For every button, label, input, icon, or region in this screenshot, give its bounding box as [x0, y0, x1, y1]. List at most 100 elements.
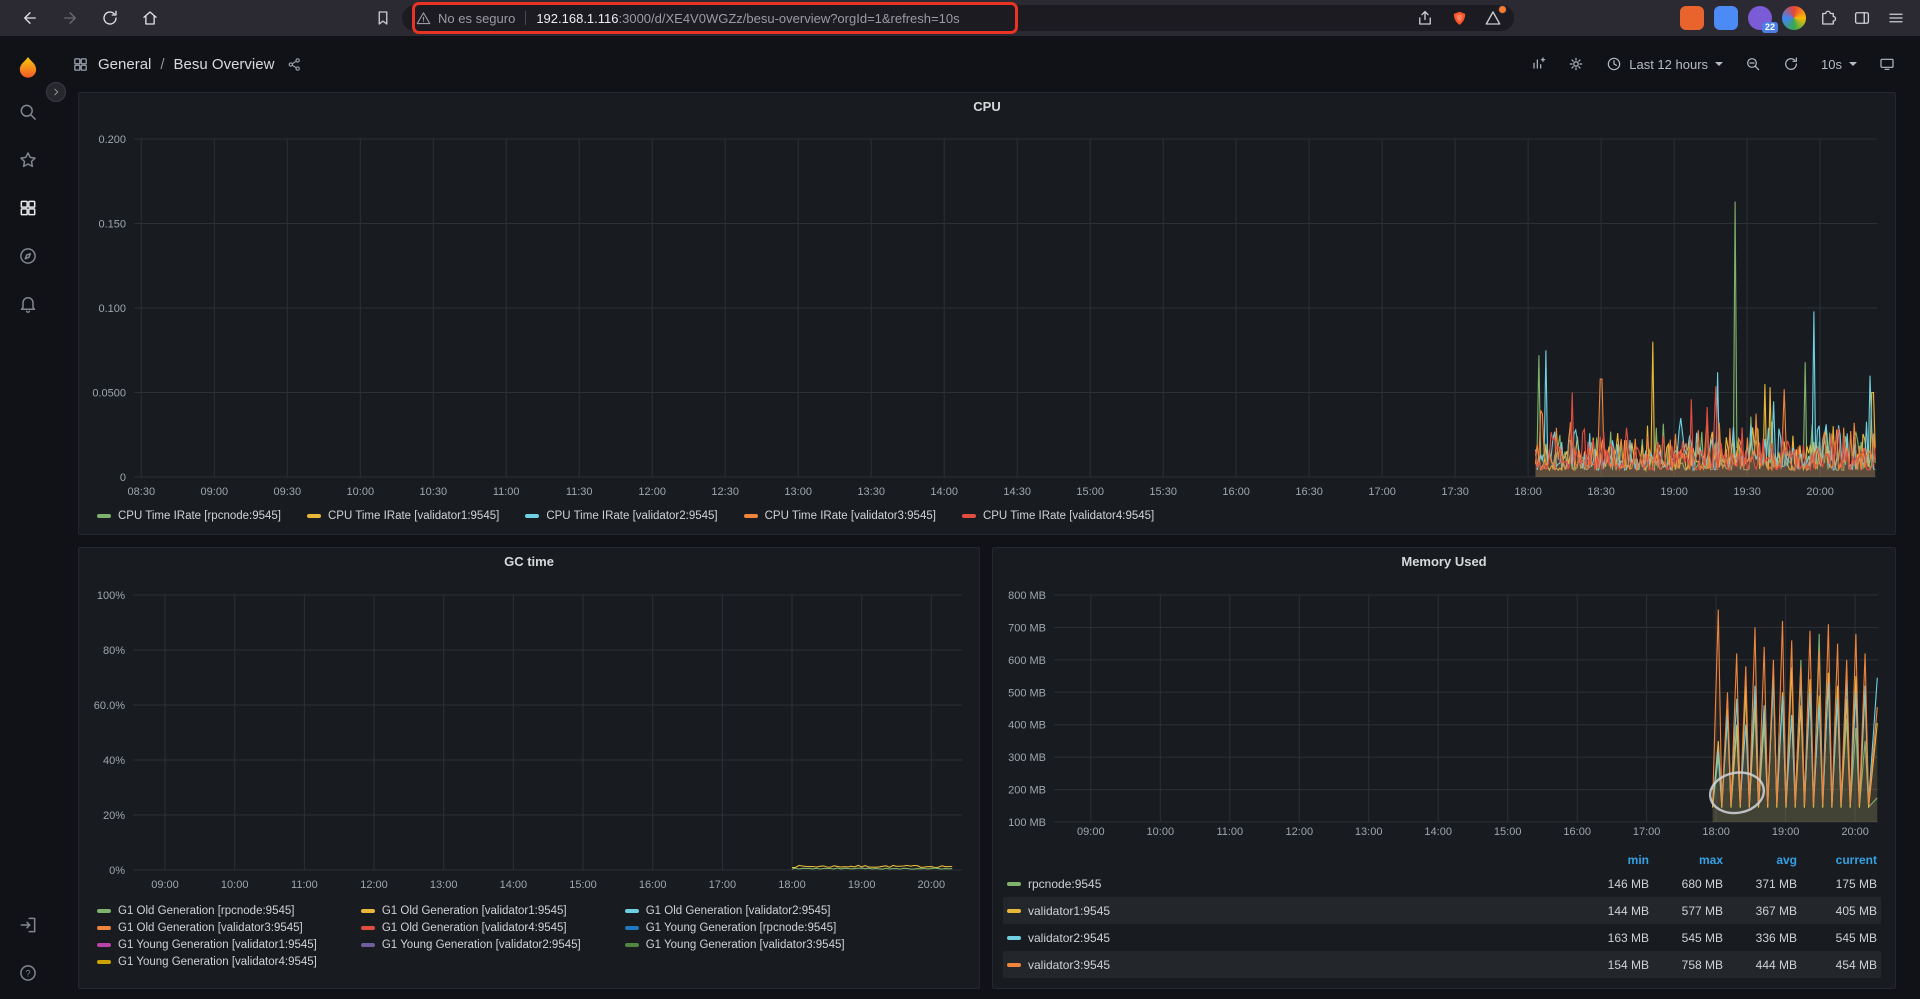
sidebar-signin-icon[interactable] — [0, 901, 56, 949]
memory-value: 154 MB — [1575, 958, 1649, 972]
sidebar-alerting-icon[interactable] — [0, 280, 56, 328]
legend-item[interactable]: CPU Time IRate [validator2:9545] — [525, 510, 717, 522]
panel-title-gc-time[interactable]: GC time — [79, 548, 979, 576]
panel-title-memory-used[interactable]: Memory Used — [993, 548, 1895, 576]
reload-button[interactable] — [94, 3, 126, 33]
cpu-time-series-chart[interactable]: 0.2000.1500.1000.0500008:3009:0009:3010:… — [79, 121, 1895, 503]
kiosk-mode-button[interactable] — [1870, 49, 1904, 79]
legend-label: validator2:9545 — [1028, 931, 1110, 945]
svg-text:18:00: 18:00 — [1514, 486, 1542, 498]
legend-item[interactable]: validator1:9545 — [1007, 904, 1575, 918]
legend-item[interactable]: G1 Young Generation [validator4:9545] — [97, 956, 317, 968]
brave-shield-icon[interactable] — [1448, 7, 1470, 29]
memory-table-row: validator2:9545163 MB545 MB336 MB545 MB — [1003, 924, 1881, 951]
legend-label: CPU Time IRate [validator3:9545] — [765, 510, 936, 522]
svg-text:800 MB: 800 MB — [1008, 590, 1046, 602]
memory-value: 371 MB — [1723, 877, 1797, 891]
refresh-interval-picker[interactable]: 10s — [1812, 49, 1866, 79]
breadcrumb-title[interactable]: Besu Overview — [174, 56, 275, 73]
svg-text:200 MB: 200 MB — [1008, 785, 1046, 797]
panel-title-cpu[interactable]: CPU — [79, 93, 1895, 121]
panel-memory-used: Memory Used 800 MB700 MB600 MB500 MB400 … — [992, 547, 1896, 989]
series-color-swatch — [97, 960, 111, 964]
legend-item[interactable]: G1 Young Generation [validator2:9545] — [361, 939, 581, 951]
memory-used-chart[interactable]: 800 MB700 MB600 MB500 MB400 MB300 MB200 … — [993, 576, 1895, 846]
legend-item[interactable]: G1 Young Generation [rpcnode:9545] — [625, 922, 845, 934]
series-color-swatch — [525, 514, 539, 518]
refresh-button[interactable] — [1774, 49, 1808, 79]
legend-item[interactable]: G1 Old Generation [validator1:9545] — [361, 905, 581, 917]
sidebar-explore-icon[interactable] — [0, 232, 56, 280]
legend-item[interactable]: validator2:9545 — [1007, 931, 1575, 945]
legend-item[interactable]: CPU Time IRate [validator1:9545] — [307, 510, 499, 522]
sidebar-dashboards-icon[interactable] — [0, 184, 56, 232]
reload-icon — [101, 9, 119, 27]
home-button[interactable] — [134, 3, 166, 33]
legend-item[interactable]: G1 Old Generation [validator4:9545] — [361, 922, 581, 934]
legend-item[interactable]: CPU Time IRate [validator3:9545] — [744, 510, 936, 522]
extension-colorful-icon[interactable] — [1782, 6, 1806, 30]
memory-value: 367 MB — [1723, 904, 1797, 918]
browser-menu-icon[interactable] — [1884, 6, 1908, 30]
breadcrumb-folder[interactable]: General — [98, 56, 151, 73]
time-range-label: Last 12 hours — [1629, 57, 1708, 72]
security-label: No es seguro — [438, 11, 515, 26]
legend-item[interactable]: G1 Old Generation [rpcnode:9545] — [97, 905, 317, 917]
forward-button[interactable] — [54, 3, 86, 33]
legend-item[interactable]: G1 Young Generation [validator3:9545] — [625, 939, 845, 951]
extensions-puzzle-icon[interactable] — [1816, 6, 1840, 30]
svg-text:12:00: 12:00 — [360, 879, 388, 891]
add-panel-button[interactable] — [1521, 49, 1555, 79]
memory-value: 680 MB — [1649, 877, 1723, 891]
extension-orange-icon[interactable] — [1680, 6, 1704, 30]
svg-text:19:00: 19:00 — [1772, 826, 1800, 838]
legend-item[interactable]: G1 Old Generation [validator2:9545] — [625, 905, 845, 917]
svg-text:80%: 80% — [103, 645, 125, 657]
sidebar-toggle-icon[interactable] — [1850, 6, 1874, 30]
chip-divider — [525, 11, 526, 25]
gc-time-chart[interactable]: 100%80%60.0%40%20%0%09:0010:0011:0012:00… — [79, 576, 979, 896]
svg-text:19:00: 19:00 — [848, 879, 876, 891]
caret-down-icon — [1715, 62, 1723, 66]
memory-table-column-min[interactable]: min — [1575, 853, 1649, 867]
legend-item[interactable]: rpcnode:9545 — [1007, 877, 1575, 891]
browser-toolbar: No es seguro 192.168.1.116:3000/d/XE4V0W… — [0, 0, 1920, 36]
legend-item[interactable]: G1 Young Generation [validator1:9545] — [97, 939, 317, 951]
bookmark-icon[interactable] — [370, 6, 396, 30]
sidebar-help-icon[interactable]: ? — [0, 949, 56, 997]
share-dashboard-icon[interactable] — [287, 57, 302, 72]
legend-label: G1 Young Generation [validator4:9545] — [118, 956, 317, 968]
legend-item[interactable]: CPU Time IRate [validator4:9545] — [962, 510, 1154, 522]
brave-rewards-icon[interactable] — [1482, 7, 1504, 29]
memory-table-column-avg[interactable]: avg — [1723, 853, 1797, 867]
svg-text:11:30: 11:30 — [566, 486, 593, 498]
svg-text:09:00: 09:00 — [201, 486, 229, 498]
svg-text:13:00: 13:00 — [784, 486, 812, 498]
grafana-logo[interactable] — [0, 48, 56, 88]
memory-table-column-max[interactable]: max — [1649, 853, 1723, 867]
extension-purple-icon[interactable]: 22 — [1748, 6, 1772, 30]
svg-text:10:00: 10:00 — [347, 486, 375, 498]
home-icon — [141, 9, 159, 27]
share-icon[interactable] — [1414, 7, 1436, 29]
panel-gc-time: GC time 100%80%60.0%40%20%0%09:0010:0011… — [78, 547, 980, 989]
back-button[interactable] — [14, 3, 46, 33]
legend-item[interactable]: validator3:9545 — [1007, 958, 1575, 972]
time-range-picker[interactable]: Last 12 hours — [1597, 49, 1732, 79]
memory-table-column-current[interactable]: current — [1797, 853, 1877, 867]
sidebar-expand-button[interactable] — [46, 82, 66, 102]
svg-text:12:00: 12:00 — [1286, 826, 1314, 838]
dashboard-controls: Last 12 hours 10s — [1521, 49, 1904, 79]
series-color-swatch — [625, 943, 639, 947]
zoom-out-icon — [1745, 56, 1761, 72]
zoom-out-button[interactable] — [1736, 49, 1770, 79]
legend-item[interactable]: G1 Old Generation [validator3:9545] — [97, 922, 317, 934]
legend-item[interactable]: CPU Time IRate [rpcnode:9545] — [97, 510, 281, 522]
sidebar-starred-icon[interactable] — [0, 136, 56, 184]
address-bar[interactable]: No es seguro 192.168.1.116:3000/d/XE4V0W… — [402, 5, 1514, 31]
svg-text:600 MB: 600 MB — [1008, 655, 1046, 667]
series-color-swatch — [361, 909, 375, 913]
svg-text:13:00: 13:00 — [1355, 826, 1383, 838]
extension-blue-icon[interactable] — [1714, 6, 1738, 30]
dashboard-settings-button[interactable] — [1559, 49, 1593, 79]
